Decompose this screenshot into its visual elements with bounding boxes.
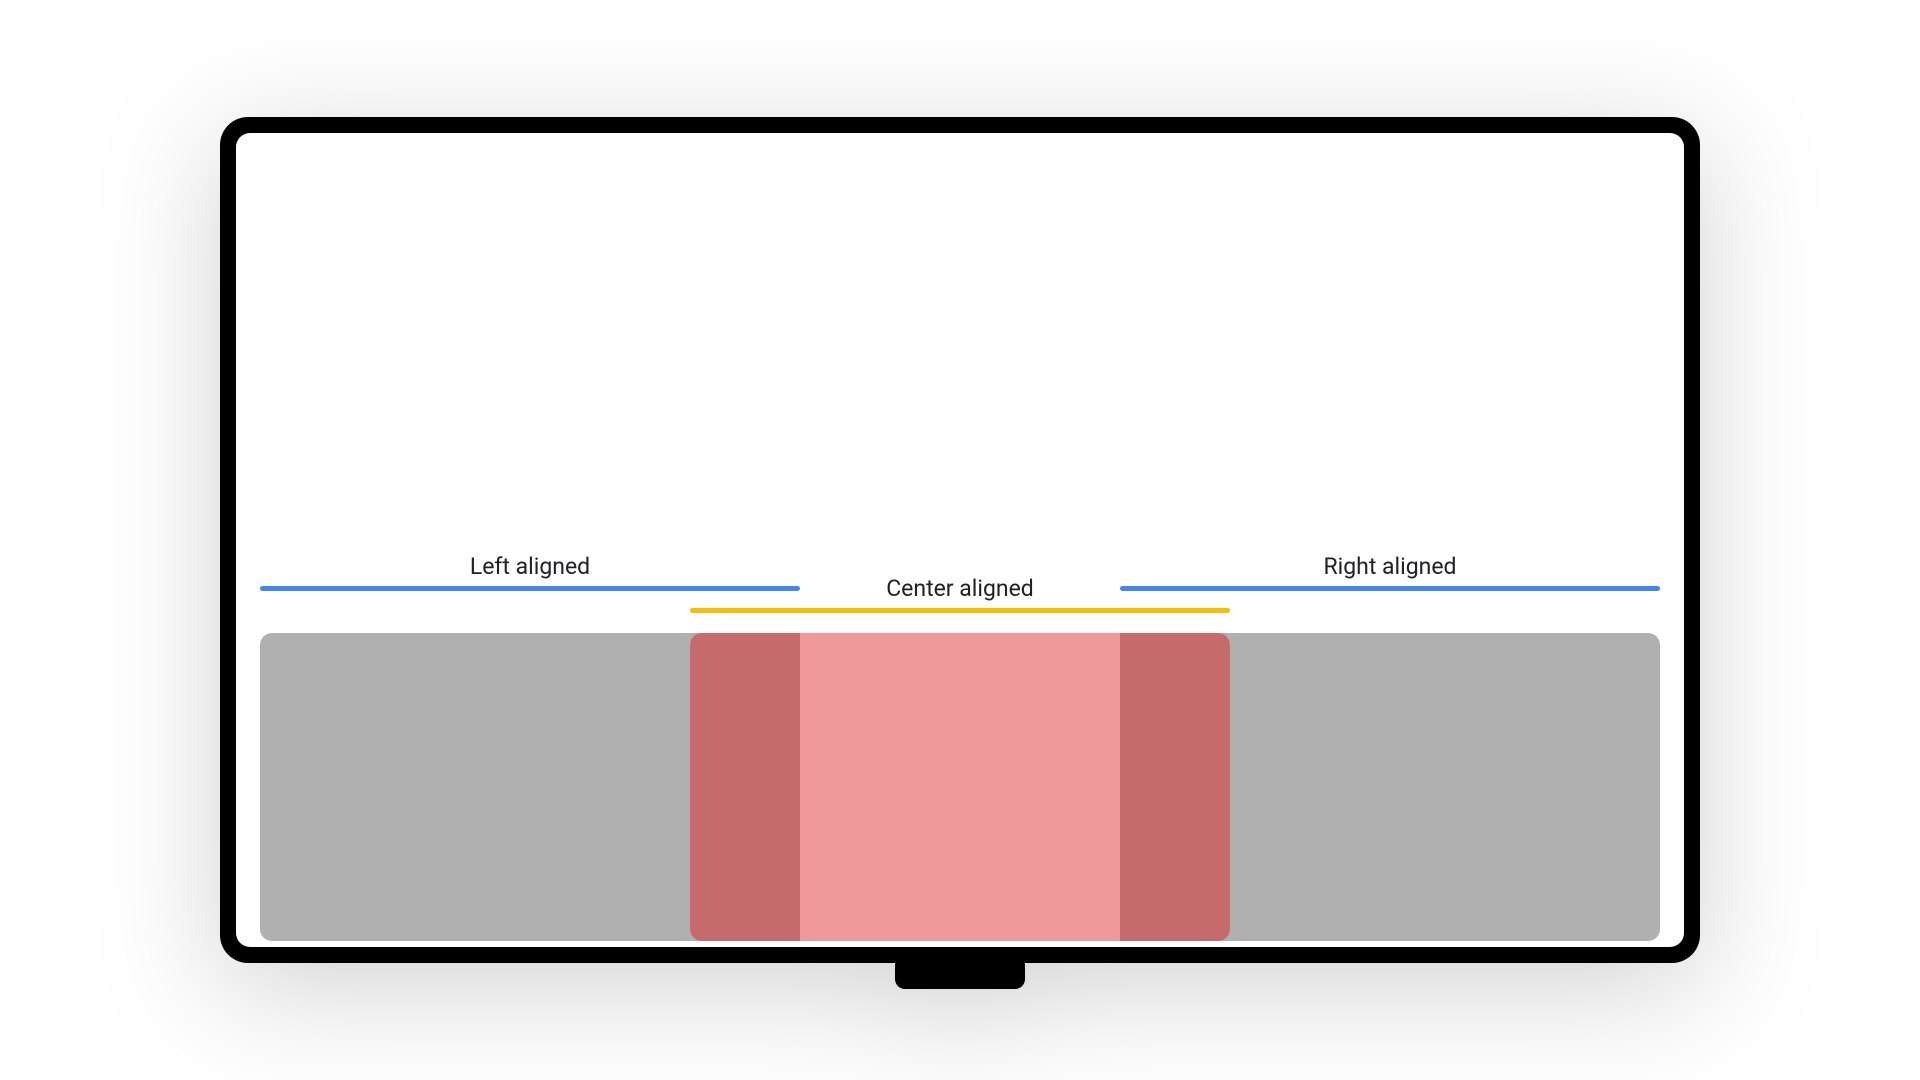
alignment-labels-row: Left aligned Right aligned Center aligne… bbox=[260, 553, 1660, 613]
diagram-content: Left aligned Right aligned Center aligne… bbox=[260, 133, 1660, 947]
monitor-stand bbox=[895, 955, 1025, 989]
screen: Left aligned Right aligned Center aligne… bbox=[236, 133, 1684, 947]
center-aligned-indicator-line bbox=[690, 608, 1230, 613]
monitor-frame: Left aligned Right aligned Center aligne… bbox=[220, 117, 1700, 963]
center-aligned-label-group: Center aligned bbox=[690, 575, 1230, 613]
overlap-region-right bbox=[1120, 633, 1230, 941]
center-aligned-label: Center aligned bbox=[690, 575, 1230, 602]
monitor-device: Left aligned Right aligned Center aligne… bbox=[220, 117, 1700, 963]
alignment-blocks-row bbox=[260, 633, 1660, 947]
overlap-region-left bbox=[690, 633, 800, 941]
